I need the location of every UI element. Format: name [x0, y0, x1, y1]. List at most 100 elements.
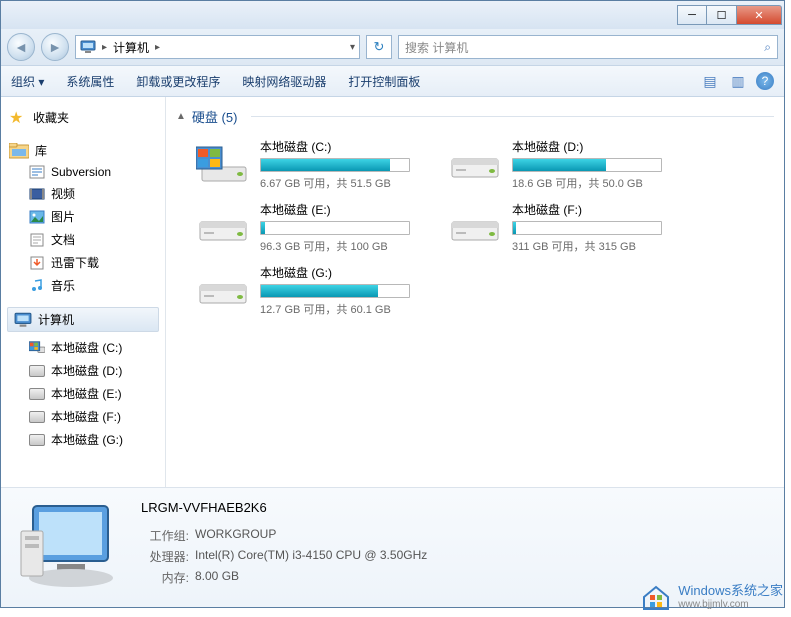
drive-icon	[448, 145, 502, 185]
disk-icon	[29, 387, 45, 401]
drive-item[interactable]: 本地磁盘 (C:)6.67 GB 可用，共 51.5 GB	[192, 134, 440, 195]
libraries-icon	[9, 143, 29, 159]
drive-item[interactable]: 本地磁盘 (F:) 311 GB 可用，共 315 GB	[444, 197, 692, 258]
sidebar-libraries-label: 库	[35, 142, 47, 159]
drive-name: 本地磁盘 (E:)	[260, 201, 436, 218]
cpu-value: Intel(R) Core(TM) i3-4150 CPU @ 3.50GHz	[195, 548, 427, 565]
minimize-button[interactable]: ─	[677, 5, 707, 25]
drive-item[interactable]: 本地磁盘 (G:)12.7 GB 可用，共 60.1 GB	[192, 260, 440, 321]
drive-capacity-bar	[512, 221, 662, 235]
drive-free-text: 96.3 GB 可用，共 100 GB	[260, 238, 436, 254]
search-input[interactable]: 搜索 计算机 ⌕	[398, 35, 778, 59]
forward-button[interactable]: ►	[41, 33, 69, 61]
sidebar-item-label: 文档	[51, 231, 75, 248]
search-placeholder: 搜索 计算机	[405, 39, 468, 56]
drive-free-text: 12.7 GB 可用，共 60.1 GB	[260, 301, 436, 317]
drive-icon	[196, 145, 250, 185]
sidebar-computer-label: 计算机	[38, 311, 74, 328]
main-pane: ▲ 硬盘 (5) 本地磁盘 (C:)6.67 GB 可用，共 51.5 GB本地…	[166, 97, 784, 487]
drive-capacity-bar	[260, 221, 410, 235]
body: ★ 收藏夹 库 Subversion 视频图片文档迅雷下载音乐 计算机 本地磁盘 …	[1, 97, 784, 487]
help-button[interactable]: ?	[756, 72, 774, 90]
drive-capacity-bar	[260, 158, 410, 172]
address-bar[interactable]: ▸ 计算机 ▸ ▾	[75, 35, 360, 59]
breadcrumb-sep-icon: ▸	[100, 42, 109, 53]
computer-large-icon	[13, 496, 123, 596]
divider	[251, 116, 774, 117]
drives-group-header[interactable]: ▲ 硬盘 (5)	[176, 103, 774, 130]
drive-free-text: 311 GB 可用，共 315 GB	[512, 238, 688, 254]
control-panel-button[interactable]: 打开控制面板	[348, 73, 420, 90]
sidebar-item-label: 音乐	[51, 277, 75, 294]
sidebar-item-label: 迅雷下载	[51, 254, 99, 271]
sidebar-disk-item[interactable]: 本地磁盘 (E:)	[27, 382, 161, 405]
sidebar-item-picture[interactable]: 图片	[27, 205, 161, 228]
sidebar-item-music[interactable]: 音乐	[27, 274, 161, 297]
sidebar-computer[interactable]: 计算机	[7, 307, 159, 332]
back-button[interactable]: ◄	[7, 33, 35, 61]
sidebar-item-document[interactable]: 文档	[27, 228, 161, 251]
address-dropdown-icon[interactable]: ▾	[350, 42, 355, 53]
drive-icon	[448, 208, 502, 248]
sidebar-disk-item[interactable]: 本地磁盘 (G:)	[27, 428, 161, 451]
sidebar: ★ 收藏夹 库 Subversion 视频图片文档迅雷下载音乐 计算机 本地磁盘 …	[1, 97, 166, 487]
drives-group-title: 硬盘 (5)	[192, 107, 238, 126]
uninstall-button[interactable]: 卸载或更改程序	[136, 73, 220, 90]
map-network-drive-button[interactable]: 映射网络驱动器	[242, 73, 326, 90]
star-icon: ★	[9, 108, 27, 126]
drive-icon	[196, 271, 250, 311]
workgroup-label: 工作组:	[141, 527, 189, 544]
disk-icon	[29, 364, 45, 378]
sidebar-favorites-label: 收藏夹	[33, 109, 69, 126]
subversion-icon	[29, 165, 45, 179]
music-icon	[29, 279, 45, 293]
computer-icon	[80, 40, 96, 54]
ram-label: 内存:	[141, 569, 189, 586]
watermark-line2: www.bjjmlv.com	[678, 599, 783, 610]
video-icon	[29, 187, 45, 201]
sidebar-disk-label: 本地磁盘 (C:)	[51, 339, 122, 356]
disk-icon	[29, 410, 45, 424]
drive-name: 本地磁盘 (D:)	[512, 138, 688, 155]
close-button[interactable]: ✕	[737, 5, 782, 25]
pc-name: LRGM-VVFHAEB2K6	[141, 500, 427, 515]
titlebar: ─ ☐ ✕	[1, 1, 784, 29]
download-icon	[29, 256, 45, 270]
collapse-arrow-icon: ▲	[176, 111, 186, 122]
sidebar-item-label: 视频	[51, 185, 75, 202]
sidebar-favorites[interactable]: ★ 收藏夹	[5, 105, 161, 129]
breadcrumb-computer[interactable]: 计算机	[113, 39, 149, 56]
document-icon	[29, 233, 45, 247]
toolbar: 组织 ▾ 系统属性 卸载或更改程序 映射网络驱动器 打开控制面板 ▤ ▥ ?	[1, 65, 784, 97]
drive-icon	[196, 208, 250, 248]
workgroup-value: WORKGROUP	[195, 527, 276, 544]
watermark-line1: Windows系统之家	[678, 580, 783, 599]
drive-free-text: 6.67 GB 可用，共 51.5 GB	[260, 175, 436, 191]
maximize-button[interactable]: ☐	[707, 5, 737, 25]
preview-pane-icon[interactable]: ▥	[728, 72, 748, 90]
disk-icon	[29, 341, 45, 355]
system-properties-button[interactable]: 系统属性	[66, 73, 114, 90]
sidebar-item-download[interactable]: 迅雷下载	[27, 251, 161, 274]
sidebar-disk-label: 本地磁盘 (D:)	[51, 362, 122, 379]
drive-item[interactable]: 本地磁盘 (E:) 96.3 GB 可用，共 100 GB	[192, 197, 440, 258]
sidebar-disk-item[interactable]: 本地磁盘 (F:)	[27, 405, 161, 428]
drive-capacity-bar	[260, 284, 410, 298]
sidebar-disk-label: 本地磁盘 (F:)	[51, 408, 121, 425]
sidebar-disk-label: 本地磁盘 (G:)	[51, 431, 123, 448]
disk-icon	[29, 433, 45, 447]
watermark: Windows系统之家 www.bjjmlv.com	[640, 579, 783, 611]
view-mode-icon[interactable]: ▤	[700, 72, 720, 90]
drive-capacity-bar	[512, 158, 662, 172]
drive-name: 本地磁盘 (F:)	[512, 201, 688, 218]
sidebar-libraries[interactable]: 库	[5, 139, 161, 162]
organize-button[interactable]: 组织 ▾	[11, 73, 44, 90]
computer-icon	[14, 312, 32, 328]
sidebar-disk-item[interactable]: 本地磁盘 (C:)	[27, 336, 161, 359]
search-icon: ⌕	[764, 40, 771, 55]
sidebar-disk-item[interactable]: 本地磁盘 (D:)	[27, 359, 161, 382]
refresh-button[interactable]: ↻	[366, 35, 392, 59]
sidebar-item-video[interactable]: 视频	[27, 182, 161, 205]
drive-item[interactable]: 本地磁盘 (D:)18.6 GB 可用，共 50.0 GB	[444, 134, 692, 195]
sidebar-item-subversion[interactable]: Subversion	[27, 162, 161, 182]
